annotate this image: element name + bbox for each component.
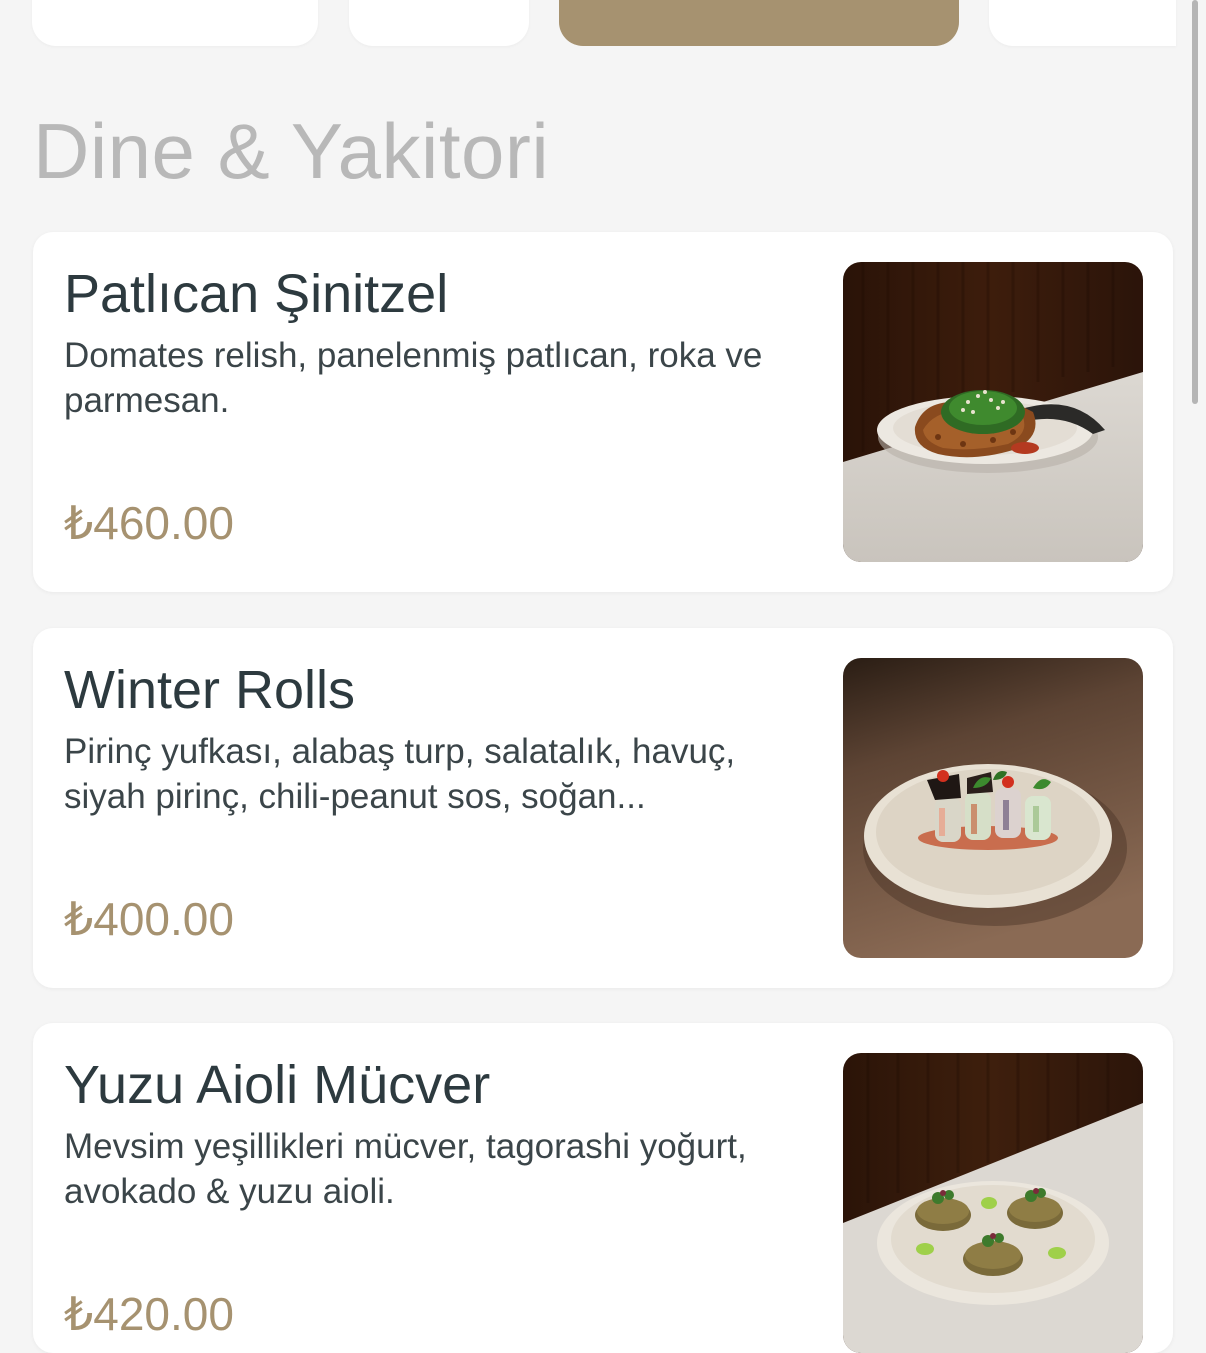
menu-item-price: ₺420.00 bbox=[64, 1288, 234, 1340]
menu-item-description: Mevsim yeşillikleri mücver, tagorashi yo… bbox=[64, 1127, 747, 1211]
menu-item-name: Patlıcan Şinitzel bbox=[64, 264, 449, 324]
category-tabs bbox=[0, 0, 1180, 60]
category-tab-1[interactable] bbox=[32, 0, 318, 46]
menu-item-description: Pirinç yufkası, alabaş turp, salatalık, … bbox=[64, 732, 736, 816]
menu-item-card[interactable]: Yuzu Aioli Mücver Mevsim yeşillikleri mü… bbox=[33, 1023, 1173, 1353]
mucver-dish-photo[interactable] bbox=[843, 1053, 1143, 1353]
menu-item-price: ₺460.00 bbox=[64, 497, 234, 549]
section-title: Dine & Yakitori bbox=[33, 107, 550, 195]
menu-item-price: ₺400.00 bbox=[64, 893, 234, 945]
category-tab-4[interactable] bbox=[989, 0, 1176, 46]
menu-item-description: Domates relish, panelenmiş patlıcan, rok… bbox=[64, 336, 763, 420]
menu-item-card[interactable]: Winter Rolls Pirinç yufkası, alabaş turp… bbox=[33, 628, 1173, 988]
schnitzel-dish-photo[interactable] bbox=[843, 262, 1143, 562]
scrollbar[interactable] bbox=[1192, 0, 1198, 404]
menu-item-name: Winter Rolls bbox=[64, 660, 356, 720]
winter-rolls-dish-photo[interactable] bbox=[843, 658, 1143, 958]
menu-item-card[interactable]: Patlıcan Şinitzel Domates relish, panele… bbox=[33, 232, 1173, 592]
menu-item-name: Yuzu Aioli Mücver bbox=[64, 1055, 491, 1115]
category-tab-active[interactable] bbox=[559, 0, 959, 46]
category-tab-2[interactable] bbox=[349, 0, 529, 46]
